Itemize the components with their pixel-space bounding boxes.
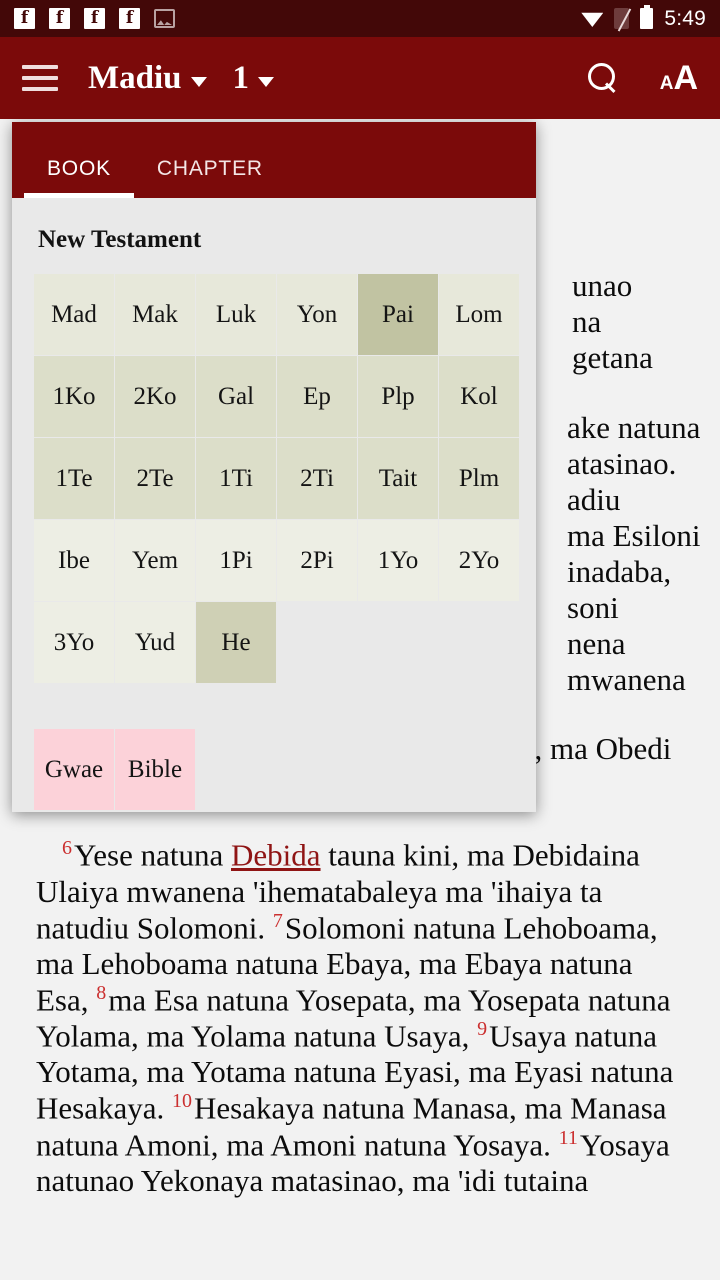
book-tile[interactable]: Mak	[115, 274, 195, 355]
image-icon	[154, 9, 175, 28]
status-system-icons: 5:49	[581, 5, 706, 31]
book-tile[interactable]: 1Pi	[196, 520, 276, 601]
text-size-small-a: A	[659, 73, 674, 94]
tab-book[interactable]: BOOK	[24, 157, 134, 198]
extra-button-row: Gwae Bible	[12, 729, 536, 811]
book-tile[interactable]: 3Yo	[34, 602, 114, 683]
book-tile[interactable]: 2Pi	[277, 520, 357, 601]
chapter-selector-label[interactable]: 1	[233, 60, 250, 97]
hamburger-icon[interactable]	[22, 65, 58, 91]
text-size-big-a: A	[673, 59, 698, 97]
facebook-icon	[119, 8, 140, 29]
wifi-icon	[581, 12, 604, 27]
book-tile[interactable]: Ep	[277, 356, 357, 437]
extra-button-bible[interactable]: Bible	[115, 729, 195, 810]
book-tile[interactable]: Yon	[277, 274, 357, 355]
panel-body: New Testament Mad Mak Luk Yon Pai Lom 1Ko 2Ko Ga…	[12, 198, 536, 812]
cross-reference-link[interactable]: Debida	[231, 838, 321, 873]
book-tile[interactable]: 1Ko	[34, 356, 114, 437]
hamburger-bar	[22, 76, 58, 80]
book-tile[interactable]: Lom	[439, 274, 519, 355]
book-tile[interactable]: Gal	[196, 356, 276, 437]
hamburger-bar	[22, 65, 58, 69]
verse-number: 7	[272, 909, 283, 932]
book-tile[interactable]: He	[196, 602, 276, 683]
battery-icon	[640, 5, 654, 29]
book-tile[interactable]: 1Yo	[358, 520, 438, 601]
book-tile[interactable]: 2Te	[115, 438, 195, 519]
chevron-down-icon[interactable]	[258, 77, 275, 87]
verse-text: Yese natuna	[74, 837, 231, 873]
status-clock: 5:49	[664, 6, 706, 30]
verse-number: 11	[558, 1126, 578, 1149]
book-tile[interactable]: Plm	[439, 438, 519, 519]
book-tile[interactable]: Yud	[115, 602, 195, 683]
chevron-down-icon[interactable]	[190, 77, 207, 87]
tab-chapter[interactable]: CHAPTER	[134, 157, 286, 198]
book-tile-empty	[439, 602, 519, 683]
facebook-icon	[14, 8, 35, 29]
status-bar: 5:49	[0, 0, 720, 37]
book-tile-empty	[358, 602, 438, 683]
extra-button-gwae[interactable]: Gwae	[34, 729, 114, 810]
search-icon[interactable]	[587, 63, 618, 93]
text-size-icon[interactable]: AA	[660, 61, 698, 95]
book-tile[interactable]: 2Ko	[115, 356, 195, 437]
book-grid: Mad Mak Luk Yon Pai Lom 1Ko 2Ko Gal Ep Plp Kol 1Te 2T…	[12, 274, 536, 684]
book-tile[interactable]: Tait	[358, 438, 438, 519]
book-tile[interactable]: Plp	[358, 356, 438, 437]
book-tile[interactable]: Luk	[196, 274, 276, 355]
book-tile[interactable]: 2Yo	[439, 520, 519, 601]
verse-number: 9	[477, 1018, 488, 1041]
book-tile[interactable]: 1Ti	[196, 438, 276, 519]
verse-number: 8	[96, 981, 107, 1004]
book-selector-label[interactable]: Madiu	[88, 60, 182, 97]
panel-tab-bar: BOOK CHAPTER	[12, 122, 536, 198]
hamburger-bar	[22, 87, 58, 91]
facebook-icon	[49, 8, 70, 29]
paragraph-verses: 6Yese natuna Debida tauna kini, ma Debid…	[0, 837, 720, 1199]
no-sim-icon	[614, 8, 630, 29]
book-tile[interactable]: Pai	[358, 274, 438, 355]
verse-number: 6	[62, 837, 72, 860]
facebook-icon	[84, 8, 105, 29]
book-tile[interactable]: Mad	[34, 274, 114, 355]
app-bar: Madiu 1 AA	[0, 37, 720, 119]
verse-number: 10	[172, 1090, 192, 1113]
book-tile[interactable]: Ibe	[34, 520, 114, 601]
book-tile-empty	[277, 602, 357, 683]
app-bar-actions: AA	[587, 61, 698, 95]
book-tile[interactable]: Kol	[439, 356, 519, 437]
book-tile[interactable]: Yem	[115, 520, 195, 601]
book-tile[interactable]: 1Te	[34, 438, 114, 519]
testament-section-label: New Testament	[38, 226, 202, 253]
book-tile[interactable]: 2Ti	[277, 438, 357, 519]
status-notification-icons	[14, 8, 175, 29]
book-selector-panel[interactable]: BOOK CHAPTER New Testament Mad Mak Luk Yon P…	[12, 122, 536, 812]
